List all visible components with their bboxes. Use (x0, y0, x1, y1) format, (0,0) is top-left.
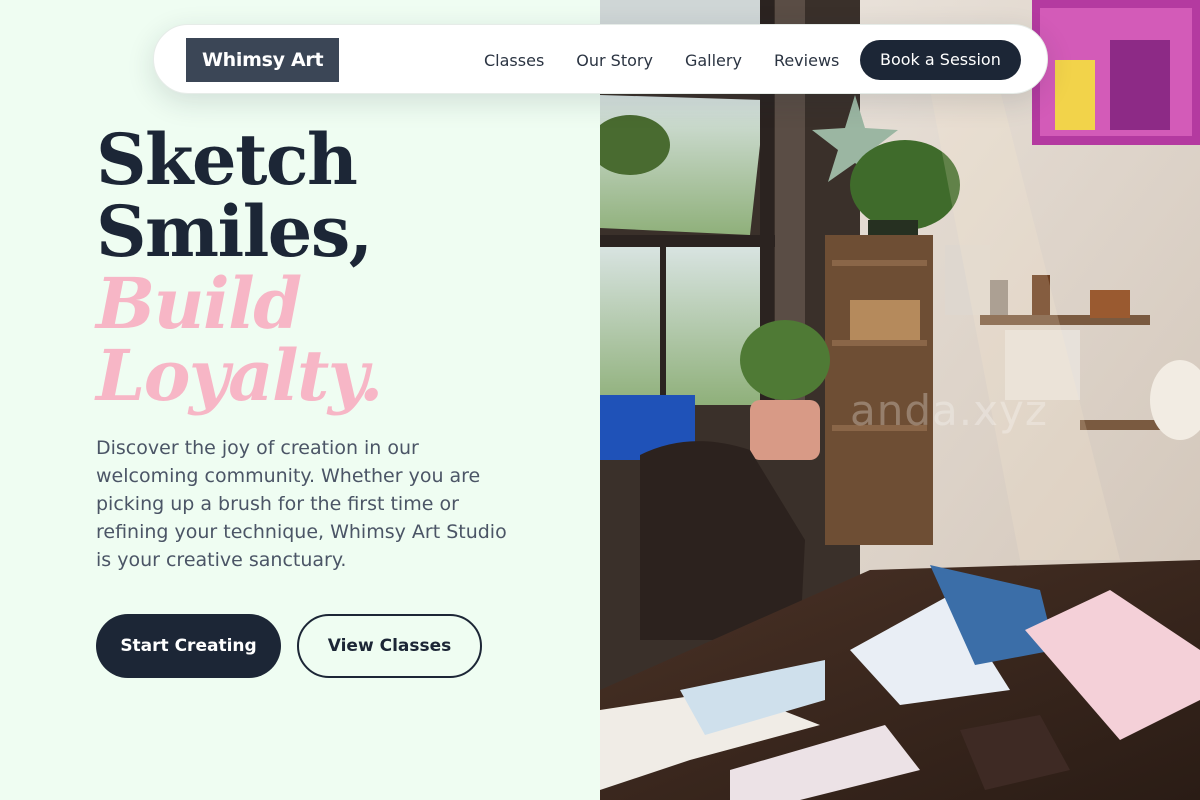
headline-line-3: Build (96, 262, 302, 345)
nav-link-reviews[interactable]: Reviews (774, 51, 839, 70)
photo-watermark: anda.xyz (850, 386, 1048, 435)
hero-description: Discover the joy of creation in our welc… (96, 437, 507, 571)
top-navigation: Whimsy Art Classes Our Story Gallery Rev… (153, 24, 1048, 94)
headline-line-1: Sketch (96, 118, 358, 201)
logo[interactable]: Whimsy Art (186, 38, 340, 82)
nav-links: Classes Our Story Gallery Reviews (484, 25, 871, 95)
nav-link-our-story[interactable]: Our Story (576, 51, 653, 70)
headline-line-4: Loyalty. (96, 334, 383, 417)
book-session-button[interactable]: Book a Session (860, 40, 1021, 80)
nav-link-gallery[interactable]: Gallery (685, 51, 742, 70)
start-creating-button[interactable]: Start Creating (96, 614, 281, 678)
nav-link-classes[interactable]: Classes (484, 51, 544, 70)
view-classes-button[interactable]: View Classes (297, 614, 482, 678)
hero-headline: Sketch Smiles, Build Loyalty. (96, 118, 383, 417)
headline-line-2: Smiles, (96, 190, 373, 273)
